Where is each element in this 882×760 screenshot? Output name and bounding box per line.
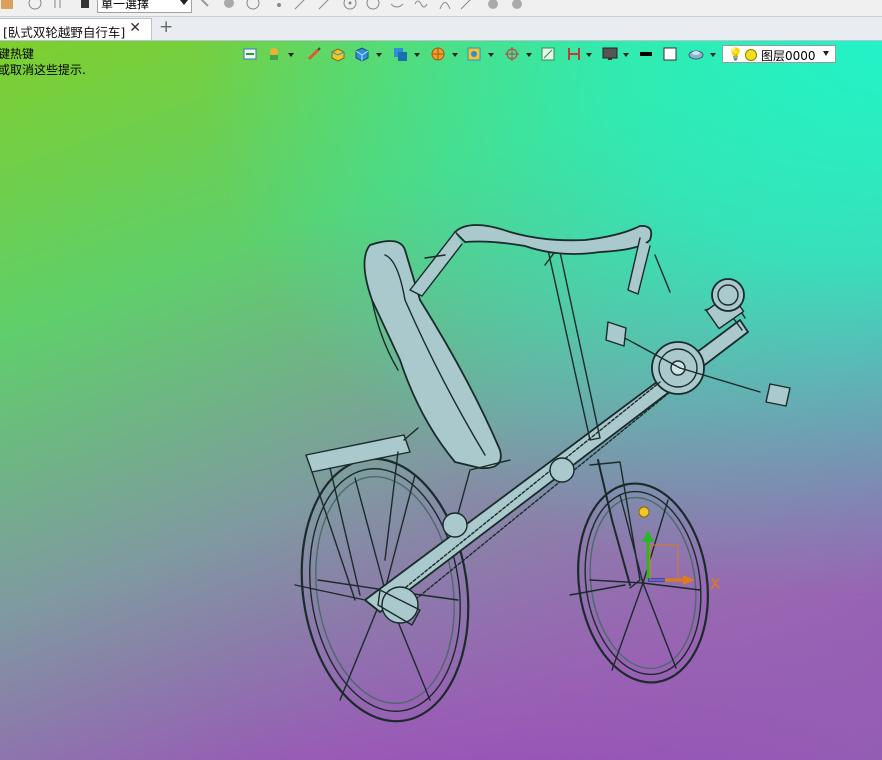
arch-icon[interactable] [438, 0, 452, 10]
top-toolbar: 單一選擇 [0, 0, 882, 17]
measure-icon[interactable] [540, 46, 556, 62]
line-color-icon[interactable] [638, 46, 654, 62]
axis-box [649, 544, 679, 581]
box-style-icon[interactable] [330, 46, 346, 62]
chevron-down-icon [180, 0, 188, 5]
cube-view-icon[interactable] [392, 46, 408, 62]
arc-icon[interactable] [366, 0, 380, 10]
pointer-icon[interactable] [460, 0, 474, 10]
snap-dropdown[interactable] [526, 53, 532, 57]
cube-dropdown[interactable] [376, 53, 382, 57]
hand-icon[interactable] [486, 0, 500, 10]
y-axis-arrow [642, 530, 654, 542]
wave-icon[interactable] [414, 0, 428, 10]
display-filter-dropdown[interactable] [488, 53, 494, 57]
view-style-dropdown[interactable] [710, 53, 716, 57]
select-pattern-icon-2[interactable] [222, 0, 236, 10]
bicycle-model[interactable]: X [0, 41, 882, 760]
handlebar [409, 224, 671, 297]
tab-recumbent-bike[interactable]: [臥式双轮越野自行车] ✕ [0, 18, 152, 40]
snap-point-icon[interactable] [272, 0, 286, 10]
rotate-icon[interactable] [510, 0, 524, 10]
tab-title: [臥式双轮越野自行车] [3, 25, 126, 40]
selection-mode-value: 單一選擇 [101, 0, 150, 11]
render-mode-dropdown[interactable] [288, 53, 294, 57]
select-pattern-icon[interactable] [198, 0, 212, 10]
snap-icon[interactable] [504, 46, 520, 62]
filter-icon[interactable] [52, 0, 66, 10]
bulb-icon: 💡 [728, 47, 743, 61]
document-tab-bar: [臥式双轮越野自行车] ✕ + [0, 17, 882, 41]
x-axis-arrow [683, 575, 695, 585]
sphere-icon[interactable] [430, 46, 446, 62]
layer-name: 图层0000 [761, 49, 816, 63]
origin-marker [638, 506, 650, 518]
display-filter-icon[interactable] [466, 46, 482, 62]
layer-dropdown[interactable]: 💡 图层0000 [722, 45, 836, 63]
sphere-dropdown[interactable] [452, 53, 458, 57]
line-icon[interactable] [294, 0, 308, 10]
curve-icon[interactable] [390, 0, 404, 10]
monitor-dropdown[interactable] [623, 53, 629, 57]
selection-mode-dropdown[interactable]: 單一選擇 [97, 0, 192, 13]
fill-color-icon[interactable] [662, 46, 678, 62]
app-icon[interactable] [0, 0, 14, 10]
close-icon[interactable]: ✕ [129, 20, 141, 36]
info-icon[interactable] [28, 0, 42, 10]
hint-line-2: 或取消这些提示. [0, 63, 86, 77]
arrow-tool-icon[interactable] [318, 0, 332, 10]
new-tab-button[interactable]: + [159, 17, 173, 37]
3d-viewport[interactable]: 键热键 或取消这些提示. 💡 图层0000 X [0, 41, 882, 760]
cube-view-dropdown[interactable] [414, 53, 420, 57]
cube-icon[interactable] [354, 46, 370, 62]
x-axis-label: X [710, 575, 720, 593]
play-icon[interactable] [246, 0, 260, 10]
view-orient-icon[interactable] [242, 46, 258, 62]
hint-line-1: 键热键 [0, 47, 35, 61]
monitor-icon[interactable] [602, 46, 618, 62]
view-style-icon[interactable] [688, 46, 704, 62]
select-arrow-icon[interactable] [78, 0, 92, 10]
section-icon[interactable] [566, 46, 582, 62]
layer-color-icon [745, 49, 757, 61]
pen-icon[interactable] [306, 46, 322, 62]
section-dropdown[interactable] [586, 53, 592, 57]
chevron-down-icon [823, 51, 829, 56]
circle-center-icon[interactable] [343, 0, 357, 10]
render-mode-icon[interactable] [266, 46, 282, 62]
